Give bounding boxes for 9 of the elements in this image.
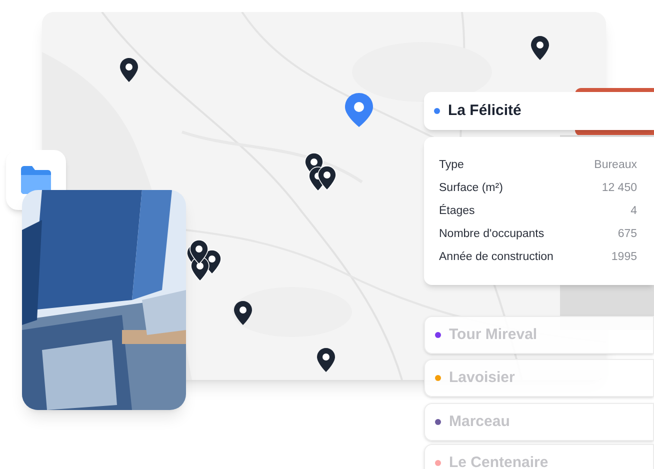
- detail-value: 12 450: [602, 181, 637, 196]
- building-item[interactable]: Marceau: [424, 403, 654, 441]
- building-item[interactable]: Le Centenaire: [424, 444, 654, 469]
- detail-value: 1995: [611, 250, 637, 265]
- building-name: Marceau: [449, 412, 510, 432]
- building-name: Le Centenaire: [449, 452, 548, 469]
- detail-value: Bureaux: [594, 158, 637, 173]
- detail-value: 4: [630, 204, 637, 219]
- detail-value: 675: [618, 227, 637, 242]
